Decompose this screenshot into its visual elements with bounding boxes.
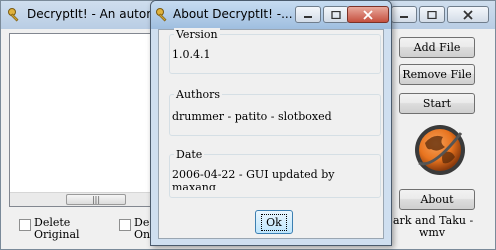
credits-line-2: wmv <box>419 226 446 239</box>
about-client-area: Version 1.0.4.1 Authors drummer - patito… <box>158 28 384 239</box>
scrollbar-thumb[interactable]: ||| <box>66 194 126 205</box>
version-value: 1.0.4.1 <box>172 48 211 61</box>
ok-label: Ok <box>261 213 287 231</box>
about-minimize-button[interactable] <box>295 6 321 23</box>
about-dialog-title: About DecryptIt! -... <box>173 7 293 21</box>
minimize-icon <box>400 15 408 18</box>
second-option-checkbox[interactable] <box>119 219 131 231</box>
start-button[interactable]: Start <box>399 93 475 114</box>
globe-logo-icon <box>415 125 465 175</box>
add-file-button[interactable]: Add File <box>399 37 475 58</box>
authors-value: drummer - patito - slotboxed <box>172 110 332 123</box>
ok-button[interactable]: Ok <box>255 210 293 234</box>
version-group: Version 1.0.4.1 <box>169 28 381 74</box>
delete-original-option[interactable]: Delete Original <box>19 217 84 241</box>
horizontal-scrollbar[interactable]: ||| <box>10 192 154 206</box>
app-key-icon <box>8 8 19 22</box>
file-list[interactable]: ||| <box>9 33 155 207</box>
delete-original-label: Delete Original <box>34 216 80 241</box>
about-maximize-button[interactable] <box>323 6 349 23</box>
date-value-line-2: maxang <box>172 182 216 190</box>
about-close-button[interactable] <box>347 6 389 23</box>
maximize-icon <box>331 10 341 19</box>
version-heading: Version <box>174 28 220 41</box>
about-key-icon <box>156 8 167 22</box>
remove-file-button[interactable]: Remove File <box>399 64 475 85</box>
about-titlebar[interactable]: About DecryptIt! -... <box>151 1 391 29</box>
about-button[interactable]: About <box>399 189 475 210</box>
close-icon <box>363 9 373 20</box>
main-window-title: DecryptIt! - An autom <box>27 7 158 21</box>
minimize-icon <box>304 15 312 18</box>
close-icon <box>463 9 473 20</box>
authors-group: Authors drummer - patito - slotboxed <box>169 88 381 136</box>
authors-heading: Authors <box>174 88 223 101</box>
delete-original-checkbox[interactable] <box>19 219 31 231</box>
main-minimize-button[interactable] <box>391 6 417 23</box>
date-value: 2006-04-22 - GUI updated by <box>172 168 335 181</box>
maximize-icon <box>427 10 437 19</box>
about-dialog: About DecryptIt! -... Version 1.0.4.1 Au… <box>150 0 392 246</box>
date-heading: Date <box>174 148 205 161</box>
main-close-button[interactable] <box>447 6 489 23</box>
date-group: Date 2006-04-22 - GUI updated by maxang <box>169 148 381 198</box>
credits-text: ark and Taku - wmv <box>393 215 473 239</box>
main-maximize-button[interactable] <box>419 6 445 23</box>
